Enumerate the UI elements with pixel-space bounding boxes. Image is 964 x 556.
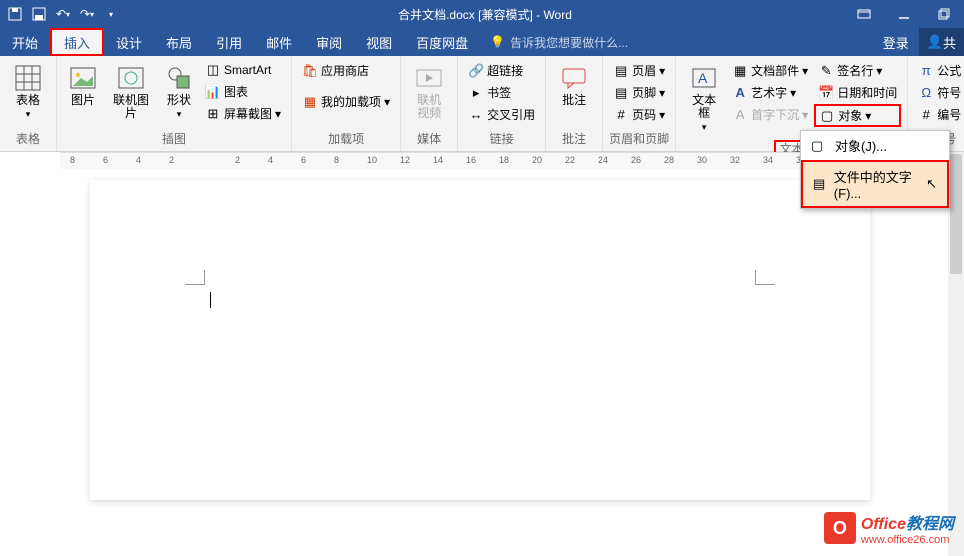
quickparts-button[interactable]: ▦文档部件 ▾ [728, 60, 812, 81]
person-icon: 👤 [927, 34, 943, 50]
store-button[interactable]: 🛍应用商店 [298, 60, 394, 81]
object-dropdown: ▢ 对象(J)... ▤ 文件中的文字(F)... ↖ [800, 130, 950, 209]
group-media: 联机视频 媒体 [401, 56, 458, 151]
equation-button[interactable]: π公式 ▾ [914, 60, 964, 81]
datetime-icon: 📅 [818, 85, 834, 101]
bookmark-icon: ▸ [468, 85, 484, 101]
shapes-icon [163, 62, 195, 94]
symbol-icon: Ω [918, 85, 934, 101]
datetime-button[interactable]: 📅日期和时间 [814, 82, 901, 103]
symbol-button[interactable]: Ω符号 ▾ [914, 82, 964, 103]
online-picture-icon [115, 62, 147, 94]
share-button[interactable]: 👤共 [919, 28, 964, 56]
pagenum-icon: # [613, 107, 629, 123]
crossref-button[interactable]: ↔交叉引用 [464, 104, 539, 125]
tables-button[interactable]: 表格▾ [6, 60, 50, 122]
margin-corner-tl [185, 270, 205, 285]
screenshot-button[interactable]: ⊞屏幕截图 ▾ [201, 103, 285, 124]
scrollbar-thumb[interactable] [950, 154, 962, 274]
watermark: O Office教程网 www.office26.com [824, 510, 954, 546]
textbox-icon: A [688, 62, 720, 94]
store-icon: 🛍 [302, 63, 318, 79]
signature-icon: ✎ [818, 63, 834, 79]
dropdown-text-from-file[interactable]: ▤ 文件中的文字(F)... ↖ [801, 160, 949, 208]
textbox-button[interactable]: A 文本框▾ [682, 60, 726, 136]
video-icon [413, 62, 445, 94]
dropcap-icon: A [732, 107, 748, 123]
equation-icon: π [918, 63, 934, 79]
tab-review[interactable]: 审阅 [304, 28, 354, 56]
dropcap-button[interactable]: A首字下沉 ▾ [728, 104, 812, 125]
qat-customize-icon[interactable]: ▾ [100, 3, 122, 25]
number-button[interactable]: #编号 [914, 104, 964, 125]
quickparts-icon: ▦ [732, 63, 748, 79]
object-button[interactable]: ▢对象 ▾ [814, 104, 901, 127]
tab-start[interactable]: 开始 [0, 28, 50, 56]
redo-icon[interactable]: ↷▾ [76, 3, 98, 25]
tab-baidu[interactable]: 百度网盘 [404, 28, 480, 56]
undo-icon[interactable]: ↶▾ [52, 3, 74, 25]
bookmark-button[interactable]: ▸书签 [464, 82, 539, 103]
addins-icon: ▦ [302, 94, 318, 110]
number-icon: # [918, 107, 934, 123]
tab-mail[interactable]: 邮件 [254, 28, 304, 56]
pictures-button[interactable]: 图片 [63, 60, 103, 109]
login-button[interactable]: 登录 [873, 33, 919, 52]
tab-design[interactable]: 设计 [104, 28, 154, 56]
footer-button[interactable]: ▤页脚 ▾ [609, 82, 669, 103]
shapes-button[interactable]: 形状▾ [159, 60, 199, 122]
smartart-icon: ◫ [205, 62, 221, 78]
tab-reference[interactable]: 引用 [204, 28, 254, 56]
text-cursor [210, 292, 211, 308]
margin-corner-tr [755, 270, 775, 285]
crossref-icon: ↔ [468, 107, 484, 123]
header-button[interactable]: ▤页眉 ▾ [609, 60, 669, 81]
footer-icon: ▤ [613, 85, 629, 101]
window-title: 合并文档.docx [兼容模式] - Word [126, 6, 844, 23]
group-links: 🔗超链接 ▸书签 ↔交叉引用 链接 [458, 56, 546, 151]
lightbulb-icon: 💡 [490, 35, 505, 49]
comment-button[interactable]: 批注 [552, 60, 596, 109]
chart-icon: 📊 [205, 84, 221, 100]
tab-insert[interactable]: 插入 [50, 28, 104, 56]
restore-icon[interactable] [924, 0, 964, 28]
autosave-icon[interactable] [4, 3, 26, 25]
object-icon: ▢ [819, 108, 835, 124]
wordart-icon: A [732, 85, 748, 101]
smartart-button[interactable]: ◫SmartArt [201, 60, 285, 80]
header-icon: ▤ [613, 63, 629, 79]
save-icon[interactable] [28, 3, 50, 25]
group-headerfooter: ▤页眉 ▾ ▤页脚 ▾ #页码 ▾ 页眉和页脚 [603, 56, 676, 151]
sigline-button[interactable]: ✎签名行 ▾ [814, 60, 901, 81]
vertical-scrollbar[interactable] [948, 152, 964, 556]
minimize-icon[interactable] [884, 0, 924, 28]
object-item-icon: ▢ [811, 138, 827, 154]
tell-me-search[interactable]: 💡告诉我您想要做什么... [480, 34, 638, 51]
cursor-icon: ↖ [926, 176, 937, 192]
group-tables: 表格▾ 表格 [0, 56, 57, 151]
picture-icon [67, 62, 99, 94]
watermark-logo-icon: O [824, 512, 856, 544]
dropdown-object[interactable]: ▢ 对象(J)... [801, 131, 949, 160]
group-comments: 批注 批注 [546, 56, 603, 151]
video-button[interactable]: 联机视频 [407, 60, 451, 122]
link-icon: 🔗 [468, 63, 484, 79]
screenshot-icon: ⊞ [205, 106, 221, 122]
wordart-button[interactable]: A艺术字 ▾ [728, 82, 812, 103]
textfile-icon: ▤ [813, 176, 826, 192]
comment-icon [558, 62, 590, 94]
hyperlink-button[interactable]: 🔗超链接 [464, 60, 539, 81]
ribbon-options-icon[interactable] [844, 0, 884, 28]
pagenum-button[interactable]: #页码 ▾ [609, 104, 669, 125]
svg-text:A: A [698, 70, 708, 86]
tab-layout[interactable]: 布局 [154, 28, 204, 56]
document-page[interactable] [90, 180, 870, 500]
myaddins-button[interactable]: ▦我的加载项 ▾ [298, 91, 394, 112]
group-addins: 🛍应用商店 ▦我的加载项 ▾ 加载项 [292, 56, 401, 151]
table-icon [12, 62, 44, 94]
group-illustrations: 图片 联机图片 形状▾ ◫SmartArt 📊图表 ⊞屏幕截图 ▾ 插图 [57, 56, 292, 151]
online-pictures-button[interactable]: 联机图片 [105, 60, 157, 122]
chart-button[interactable]: 📊图表 [201, 81, 285, 102]
tab-view[interactable]: 视图 [354, 28, 404, 56]
